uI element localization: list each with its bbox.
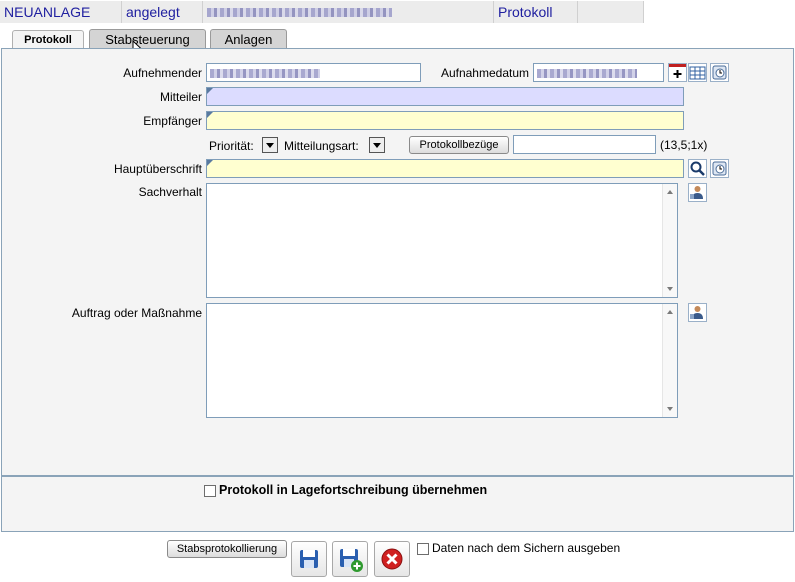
sachverhalt-label: Sachverhalt — [138, 185, 202, 199]
auftrag-label: Auftrag oder Maßnahme — [71, 306, 202, 320]
cancel-button[interactable] — [374, 541, 410, 577]
daten-ausgeben-label: Daten nach dem Sichern ausgeben — [432, 541, 621, 555]
status-mode: NEUANLAGE — [0, 1, 122, 23]
sachverhalt-scrollbar[interactable] — [662, 184, 677, 297]
auftrag-person-button[interactable] — [688, 303, 707, 322]
clock-icon — [712, 161, 727, 176]
mitteiler-label: Mitteiler — [159, 90, 202, 104]
status-title-redacted — [203, 1, 494, 23]
person-icon — [690, 186, 703, 199]
calendar-add-button[interactable] — [668, 63, 687, 82]
redacted-text — [210, 69, 320, 78]
lagefortschreibung-label: Protokoll in Lagefortschreibung übernehm… — [219, 483, 488, 497]
calendar-grid-button[interactable] — [688, 63, 707, 82]
redacted-text — [207, 8, 392, 17]
count-hint: (13,5;1x) — [660, 138, 708, 152]
hauptueberschrift-label: Hauptüberschrift — [113, 162, 202, 176]
scroll-up-icon[interactable] — [667, 190, 673, 194]
mitteilungsart-select[interactable] — [369, 137, 385, 153]
hauptueberschrift-input[interactable] — [206, 159, 684, 178]
scroll-down-icon[interactable] — [667, 407, 673, 411]
empfaenger-label: Empfänger — [143, 114, 202, 128]
scroll-down-icon[interactable] — [667, 287, 673, 291]
daten-ausgeben-checkbox[interactable] — [417, 543, 429, 555]
sachverhalt-textarea[interactable] — [206, 183, 678, 298]
mitteiler-input[interactable] — [206, 87, 684, 106]
mitteilungsart-label: Mitteilungsart: — [284, 139, 359, 153]
calendar-add-icon — [669, 64, 686, 78]
prioritaet-label: Priorität: — [209, 139, 254, 153]
status-empty — [578, 1, 644, 23]
tab-stabsteuerung[interactable]: Stabsteuerung — [89, 29, 206, 49]
status-bar: NEUANLAGE angelegt Protokoll — [0, 1, 644, 23]
calendar-grid-icon — [689, 66, 706, 80]
empfaenger-input[interactable] — [206, 111, 684, 130]
protokollbezuege-button[interactable]: Protokollbezüge — [409, 136, 509, 154]
save-icon — [300, 550, 318, 568]
search-icon — [690, 161, 705, 176]
person-icon — [690, 306, 703, 319]
tab-anlagen[interactable]: Anlagen — [210, 29, 287, 49]
lagefortschreibung-checkbox[interactable] — [204, 485, 216, 497]
prioritaet-select[interactable] — [262, 137, 278, 153]
save-new-button[interactable] — [332, 541, 368, 577]
cancel-icon — [381, 548, 403, 570]
auftrag-scrollbar[interactable] — [662, 304, 677, 417]
clock-icon — [712, 65, 727, 80]
save-button[interactable] — [291, 541, 327, 577]
status-section: Protokoll — [494, 1, 578, 23]
aufnahmedatum-label: Aufnahmedatum — [440, 66, 529, 80]
aufnehmender-label: Aufnehmender — [123, 66, 202, 80]
clock-button-2[interactable] — [710, 159, 729, 178]
stabsprotokollierung-button[interactable]: Stabsprotokollierung — [167, 540, 287, 558]
clock-button[interactable] — [710, 63, 729, 82]
status-state: angelegt — [122, 1, 203, 23]
sachverhalt-person-button[interactable] — [688, 183, 707, 202]
redacted-text — [537, 69, 637, 78]
auftrag-textarea[interactable] — [206, 303, 678, 418]
protokollbezuege-input[interactable] — [513, 135, 656, 154]
scroll-up-icon[interactable] — [667, 310, 673, 314]
aufnahmedatum-input[interactable] — [533, 63, 664, 82]
aufnehmender-input[interactable] — [206, 63, 421, 82]
search-button[interactable] — [688, 159, 707, 178]
tab-protokoll[interactable]: Protokoll — [12, 30, 84, 50]
save-new-icon — [340, 549, 363, 572]
